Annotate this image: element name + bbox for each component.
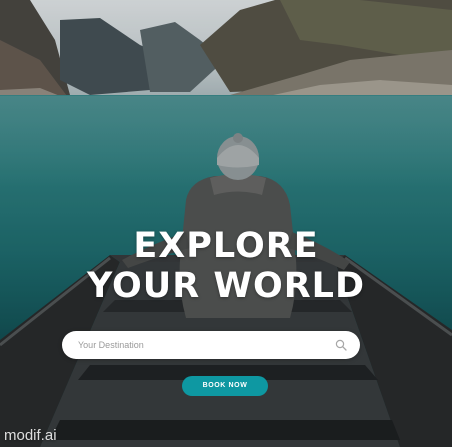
search-icon[interactable]	[335, 339, 347, 351]
headline-line-1: EXPLORE	[133, 226, 319, 266]
headline-line-2: YOUR WORLD	[86, 266, 366, 306]
watermark-text: modif.ai	[4, 427, 57, 444]
destination-search-bar[interactable]	[62, 331, 360, 359]
book-now-button[interactable]: BOOK NOW	[182, 376, 268, 396]
destination-input[interactable]	[78, 331, 328, 359]
